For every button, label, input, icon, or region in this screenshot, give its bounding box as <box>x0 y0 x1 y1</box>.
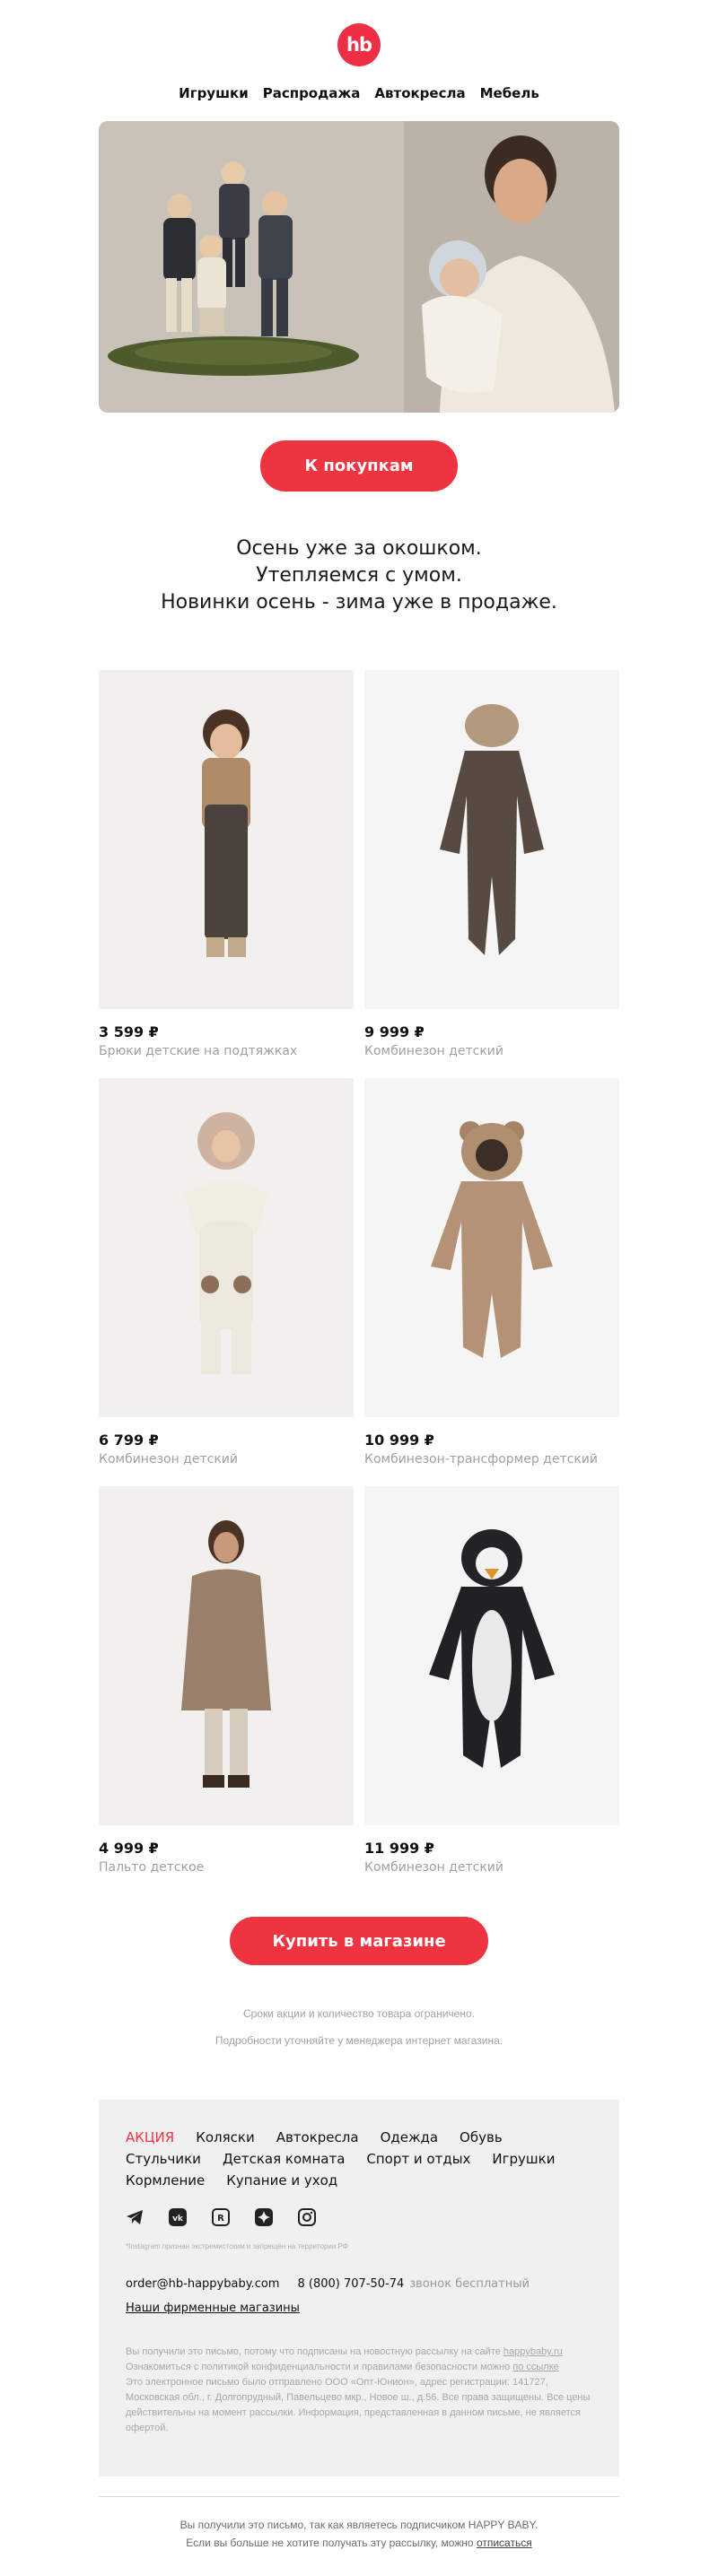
product-image[interactable] <box>364 1078 619 1417</box>
category-link-toys[interactable]: Игрушки <box>492 2151 555 2167</box>
brand-logo[interactable]: hb <box>337 23 381 66</box>
category-link-feeding[interactable]: Кормление <box>126 2172 205 2189</box>
product-name: Пальто детское <box>99 1860 205 1875</box>
product-card[interactable]: 6 799 ₽ Комбинезон детский <box>99 1078 354 1466</box>
phone-note: звонок бесплатный <box>409 2277 530 2291</box>
unsubscribe-link[interactable]: отписаться <box>477 2537 532 2549</box>
shop-now-button[interactable]: К покупкам <box>260 440 458 492</box>
headline-line: Новинки осень - зима уже в продаже. <box>161 591 557 614</box>
legal-text: Вы получили это письмо, потому что подпи… <box>126 2345 592 2436</box>
product-image[interactable] <box>99 1078 354 1417</box>
product-card[interactable]: 9 999 ₽ Комбинезон детский <box>364 670 619 1058</box>
svg-text:R: R <box>217 2214 224 2224</box>
category-link-sport[interactable]: Спорт и отдых <box>366 2151 470 2167</box>
product-name: Брюки детские на подтяжках <box>99 1044 298 1058</box>
product-price: 3 599 ₽ <box>99 1023 159 1040</box>
product-image[interactable] <box>99 1486 354 1825</box>
promo-disclaimer: Сроки акции и количество товара ограниче… <box>0 2000 718 2054</box>
product-price: 10 999 ₽ <box>364 1432 434 1449</box>
top-nav: Игрушки Распродажа Автокресла Мебель <box>0 85 718 101</box>
subscription-line: Если вы больше не хотите получать эту ра… <box>0 2534 718 2552</box>
legal-line: Ознакомиться с политикой конфиденциально… <box>126 2360 592 2375</box>
nav-item-toys[interactable]: Игрушки <box>179 85 249 101</box>
product-image[interactable] <box>364 1486 619 1825</box>
disclaimer-line: Подробности уточняйте у менеджера интерн… <box>215 2034 503 2047</box>
contacts-row: order@hb-happybaby.com 8 (800) 707-50-74… <box>126 2277 592 2291</box>
product-price: 4 999 ₽ <box>99 1840 159 1857</box>
nav-item-sale[interactable]: Распродажа <box>263 85 361 101</box>
product-card[interactable]: 11 999 ₽ Комбинезон детский <box>364 1486 619 1875</box>
headline-line: Осень уже за окошком. <box>236 537 482 560</box>
product-image[interactable] <box>99 670 354 1009</box>
product-name: Комбинезон-трансформер детский <box>364 1452 598 1466</box>
hero-image <box>99 121 619 413</box>
instagram-disclaimer: *Instagram признан экстремистским и запр… <box>126 2242 348 2250</box>
privacy-policy-link[interactable]: по ссылке <box>512 2362 559 2372</box>
category-link-car-seats[interactable]: Автокресла <box>276 2129 359 2145</box>
unsubscribe-text: Если вы больше не хотите получать эту ра… <box>186 2537 474 2549</box>
subscription-line: Вы получили это письмо, так как являетес… <box>180 2519 538 2531</box>
headline-line: Утепляемся с умом. <box>256 564 462 587</box>
legal-text-2: Ознакомиться с политикой конфиденциально… <box>126 2362 511 2372</box>
footer-panel: АКЦИЯ Коляски Автокресла Одежда Обувь Ст… <box>99 2100 619 2476</box>
category-link-sale[interactable]: АКЦИЯ <box>126 2129 174 2145</box>
product-card[interactable]: 3 599 ₽ Брюки детские на подтяжках <box>99 670 354 1058</box>
telegram-icon[interactable] <box>126 2208 144 2226</box>
buy-in-store-button[interactable]: Купить в магазине <box>230 1917 488 1965</box>
product-name: Комбинезон детский <box>364 1044 503 1058</box>
rutube-icon[interactable]: R <box>212 2208 230 2226</box>
category-link-clothing[interactable]: Одежда <box>381 2129 438 2145</box>
contact-phone-link[interactable]: 8 (800) 707-50-74 <box>297 2277 404 2291</box>
category-link-strollers[interactable]: Коляски <box>196 2129 255 2145</box>
category-link-high-chairs[interactable]: Стульчики <box>126 2151 201 2167</box>
headline-text: Осень уже за окошком. Утепляемся с умом.… <box>0 535 718 616</box>
contact-email-link[interactable]: order@hb-happybaby.com <box>126 2277 279 2291</box>
legal-text-3: Это электронное письмо было отправлено О… <box>126 2377 591 2433</box>
instagram-icon[interactable] <box>298 2208 316 2226</box>
footer-divider <box>99 2496 619 2497</box>
product-price: 6 799 ₽ <box>99 1432 159 1449</box>
subscription-note: Вы получили это письмо, так как являетес… <box>0 2516 718 2552</box>
product-price: 11 999 ₽ <box>364 1840 434 1857</box>
social-links: vk R <box>126 2208 592 2226</box>
disclaimer-line: Сроки акции и количество товара ограниче… <box>243 2007 475 2020</box>
legal-line: Вы получили это письмо, потому что подпи… <box>126 2345 592 2360</box>
product-name: Комбинезон детский <box>364 1860 503 1875</box>
nav-item-furniture[interactable]: Мебель <box>480 85 539 101</box>
product-price: 9 999 ₽ <box>364 1023 425 1040</box>
happybaby-site-link[interactable]: happybaby.ru <box>503 2346 563 2357</box>
category-link-shoes[interactable]: Обувь <box>460 2129 503 2145</box>
logo-text: hb <box>346 33 372 56</box>
nav-item-car-seats[interactable]: Автокресла <box>374 85 465 101</box>
product-card[interactable]: 4 999 ₽ Пальто детское <box>99 1486 354 1875</box>
category-link-bathing[interactable]: Купание и уход <box>226 2172 337 2189</box>
hero-banner[interactable] <box>99 121 619 413</box>
svg-text:vk: vk <box>172 2215 184 2224</box>
product-card[interactable]: 10 999 ₽ Комбинезон-трансформер детский <box>364 1078 619 1466</box>
product-image[interactable] <box>364 670 619 1009</box>
legal-text-1: Вы получили это письмо, потому что подпи… <box>126 2346 501 2357</box>
our-stores-link[interactable]: Наши фирменные магазины <box>126 2302 300 2315</box>
category-link-kids-room[interactable]: Детская комната <box>223 2151 345 2167</box>
vk-icon[interactable]: vk <box>169 2208 187 2226</box>
dzen-icon[interactable] <box>255 2208 273 2226</box>
footer-category-links: АКЦИЯ Коляски Автокресла Одежда Обувь Ст… <box>126 2129 565 2189</box>
product-name: Комбинезон детский <box>99 1452 238 1466</box>
